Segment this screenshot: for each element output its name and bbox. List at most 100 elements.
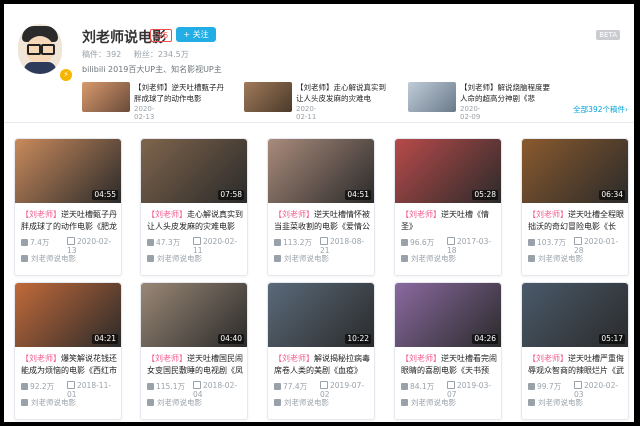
video-owner[interactable]: 刘老师说电影 bbox=[274, 253, 329, 264]
user-icon bbox=[528, 255, 535, 262]
video-tag: 【刘老师】 bbox=[21, 354, 61, 363]
video-thumbnail[interactable]: 10:22 bbox=[268, 283, 374, 347]
view-count: 115.1万 bbox=[156, 382, 185, 391]
profile-header: ⚡ 刘老师说电影 LV6 + 关注 BETA 稿件：392 粉丝：234.5万 … bbox=[4, 4, 634, 123]
video-meta: 115.1万 2018-02-04 bbox=[147, 381, 243, 399]
video-thumbnail[interactable]: 04:26 bbox=[395, 283, 501, 347]
calendar-icon bbox=[574, 237, 582, 245]
user-icon bbox=[274, 255, 281, 262]
video-owner[interactable]: 刘老师说电影 bbox=[21, 397, 76, 408]
video-tag: 【刘老师】 bbox=[528, 210, 568, 219]
video-card[interactable]: 05:28 【刘老师】逆天吐槽《情圣》 96.6万 2017-03-18 刘老师说电影 bbox=[394, 138, 502, 276]
owner-name: 刘老师说电影 bbox=[538, 398, 583, 407]
video-card[interactable]: 04:40 【刘老师】逆天吐槽国民闹女变国民敷睡的电视剧《凤 115.1万 2018-… bbox=[140, 282, 248, 420]
video-card[interactable]: 05:17 【刘老师】逆天吐槽严重侮辱观众智商的辣眼烂片《武 99.7万 2020-0… bbox=[521, 282, 629, 420]
follow-button[interactable]: + 关注 bbox=[176, 27, 216, 42]
video-meta: 92.2万 2018-11-01 bbox=[21, 381, 117, 399]
all-videos-link[interactable]: 全部392个稿件› bbox=[573, 104, 628, 115]
owner-name: 刘老师说电影 bbox=[31, 398, 76, 407]
video-owner[interactable]: 刘老师说电影 bbox=[528, 397, 583, 408]
video-owner[interactable]: 刘老师说电影 bbox=[147, 253, 202, 264]
profile-stats: 稿件：392 粉丝：234.5万 bbox=[82, 49, 199, 60]
video-tag: 【刘老师】 bbox=[147, 210, 187, 219]
view-count: 7.4万 bbox=[30, 238, 50, 247]
recent-date: 2020-02-09 bbox=[460, 105, 481, 121]
play-count-icon bbox=[21, 383, 28, 390]
video-tag: 【刘老师】 bbox=[401, 210, 441, 219]
calendar-icon bbox=[67, 381, 75, 389]
view-count: 92.2万 bbox=[30, 382, 55, 391]
duration-badge: 04:51 bbox=[345, 190, 371, 200]
video-thumbnail[interactable]: 04:40 bbox=[141, 283, 247, 347]
beta-badge: BETA bbox=[596, 30, 620, 40]
video-owner[interactable]: 刘老师说电影 bbox=[21, 253, 76, 264]
avatar-glasses-left bbox=[27, 44, 41, 55]
video-thumbnail[interactable]: 05:28 bbox=[395, 139, 501, 203]
recent-thumbnail[interactable] bbox=[82, 82, 130, 112]
video-owner[interactable]: 刘老师说电影 bbox=[274, 397, 329, 408]
user-icon bbox=[147, 255, 154, 262]
duration-badge: 04:55 bbox=[92, 190, 118, 200]
video-thumbnail[interactable]: 05:17 bbox=[522, 283, 628, 347]
video-thumbnail[interactable]: 07:58 bbox=[141, 139, 247, 203]
video-tag: 【刘老师】 bbox=[21, 210, 61, 219]
video-owner[interactable]: 刘老师说电影 bbox=[147, 397, 202, 408]
video-tag: 【刘老师】 bbox=[274, 210, 314, 219]
owner-name: 刘老师说电影 bbox=[157, 398, 202, 407]
calendar-icon bbox=[574, 381, 582, 389]
video-card[interactable]: 04:55 【刘老师】逆天吐槽甄子丹胖成球了的动作电影《肥龙 7.4万 2020-02… bbox=[14, 138, 122, 276]
video-meta: 99.7万 2020-02-03 bbox=[528, 381, 624, 399]
video-thumbnail[interactable]: 04:55 bbox=[15, 139, 121, 203]
video-meta: 96.6万 2017-03-18 bbox=[401, 237, 497, 255]
duration-badge: 04:26 bbox=[472, 334, 498, 344]
recent-title[interactable]: 【刘老师】解说烧脑程度要人命的超高分神剧《悲 bbox=[460, 82, 556, 104]
play-count-icon bbox=[21, 239, 28, 246]
calendar-icon bbox=[320, 237, 328, 245]
calendar-icon bbox=[193, 381, 201, 389]
video-card[interactable]: 10:22 【刘老师】解说揭秘拉病毒席卷人类的美剧《血疫》 77.4万 2019-07… bbox=[267, 282, 375, 420]
duration-badge: 06:34 bbox=[599, 190, 625, 200]
video-card[interactable]: 06:34 【刘老师】逆天吐槽全程眼拙沃的奇幻冒险电影《长 103.7万 2020-0… bbox=[521, 138, 629, 276]
video-owner[interactable]: 刘老师说电影 bbox=[528, 253, 583, 264]
recent-thumbnail[interactable] bbox=[244, 82, 292, 112]
duration-badge: 04:40 bbox=[218, 334, 244, 344]
video-card[interactable]: 04:21 【刘老师】爆笑解说花钱还能成为烦恼的电影《西红市 92.2万 2018-1… bbox=[14, 282, 122, 420]
profile-sign: bilibili 2019百大UP主、知名影视UP主 bbox=[82, 65, 222, 74]
video-card[interactable]: 04:26 【刘老师】逆天吐槽看完闹眼睛的喜剧电影《天书预 84.1万 2019-03… bbox=[394, 282, 502, 420]
view-count: 84.1万 bbox=[410, 382, 435, 391]
video-thumbnail[interactable]: 04:21 bbox=[15, 283, 121, 347]
user-icon bbox=[21, 255, 28, 262]
avatar-glasses-right bbox=[41, 44, 55, 55]
video-meta: 113.2万 2018-08-21 bbox=[274, 237, 370, 255]
page-frame: ⚡ 刘老师说电影 LV6 + 关注 BETA 稿件：392 粉丝：234.5万 … bbox=[4, 4, 634, 422]
video-card[interactable]: 04:51 【刘老师】逆天吐槽情怀被当韭菜收割的电影《爱情公 113.2万 2018-… bbox=[267, 138, 375, 276]
owner-name: 刘老师说电影 bbox=[157, 254, 202, 263]
video-tag: 【刘老师】 bbox=[274, 354, 314, 363]
uploads-count: 稿件：392 bbox=[82, 50, 122, 59]
view-count: 96.6万 bbox=[410, 238, 435, 247]
recent-title[interactable]: 【刘老师】逆天吐槽甄子丹胖成球了的动作电影 bbox=[134, 82, 230, 104]
recent-date: 2020-02-13 bbox=[134, 105, 155, 121]
user-icon bbox=[528, 399, 535, 406]
view-count: 113.2万 bbox=[283, 238, 312, 247]
recent-thumbnail[interactable] bbox=[408, 82, 456, 112]
owner-name: 刘老师说电影 bbox=[284, 254, 329, 263]
video-tag: 【刘老师】 bbox=[528, 354, 568, 363]
avatar[interactable] bbox=[18, 24, 62, 74]
video-meta: 77.4万 2019-07-02 bbox=[274, 381, 370, 399]
video-thumbnail[interactable]: 06:34 bbox=[522, 139, 628, 203]
calendar-icon bbox=[67, 237, 75, 245]
video-card[interactable]: 07:58 【刘老师】走心解说真实到让人头皮发麻的灾难电影 47.3万 2020-02… bbox=[140, 138, 248, 276]
video-owner[interactable]: 刘老师说电影 bbox=[401, 397, 456, 408]
play-count-icon bbox=[401, 383, 408, 390]
video-owner[interactable]: 刘老师说电影 bbox=[401, 253, 456, 264]
user-icon bbox=[401, 255, 408, 262]
duration-badge: 10:22 bbox=[345, 334, 371, 344]
play-count-icon bbox=[401, 239, 408, 246]
play-count-icon bbox=[274, 239, 281, 246]
video-tag: 【刘老师】 bbox=[401, 354, 441, 363]
recent-title[interactable]: 【刘老师】走心解说真实到让人头皮发麻的灾难电 bbox=[296, 82, 392, 104]
owner-name: 刘老师说电影 bbox=[538, 254, 583, 263]
user-icon bbox=[147, 399, 154, 406]
video-thumbnail[interactable]: 04:51 bbox=[268, 139, 374, 203]
